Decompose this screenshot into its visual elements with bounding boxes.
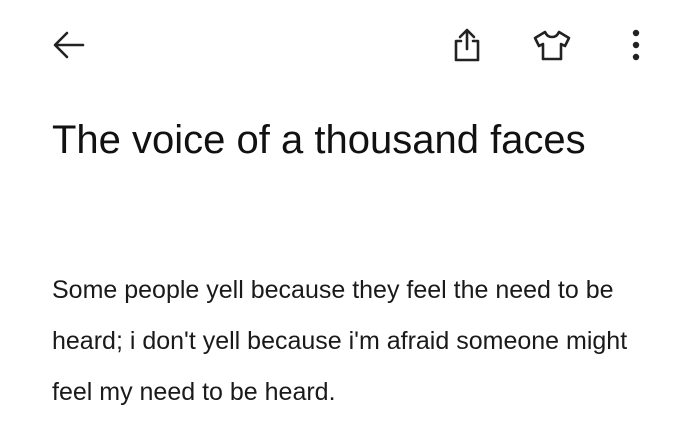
note-title: The voice of a thousand faces <box>52 118 586 162</box>
note-body: Some people yell because they feel the n… <box>52 276 628 406</box>
share-button[interactable] <box>443 21 491 69</box>
theme-button[interactable] <box>528 21 576 69</box>
top-toolbar <box>0 0 700 95</box>
more-vertical-icon <box>632 29 640 61</box>
tshirt-icon <box>533 30 571 61</box>
more-options-button[interactable] <box>612 21 660 69</box>
back-button[interactable] <box>45 21 93 69</box>
share-icon <box>454 28 480 62</box>
arrow-left-icon <box>53 31 85 59</box>
